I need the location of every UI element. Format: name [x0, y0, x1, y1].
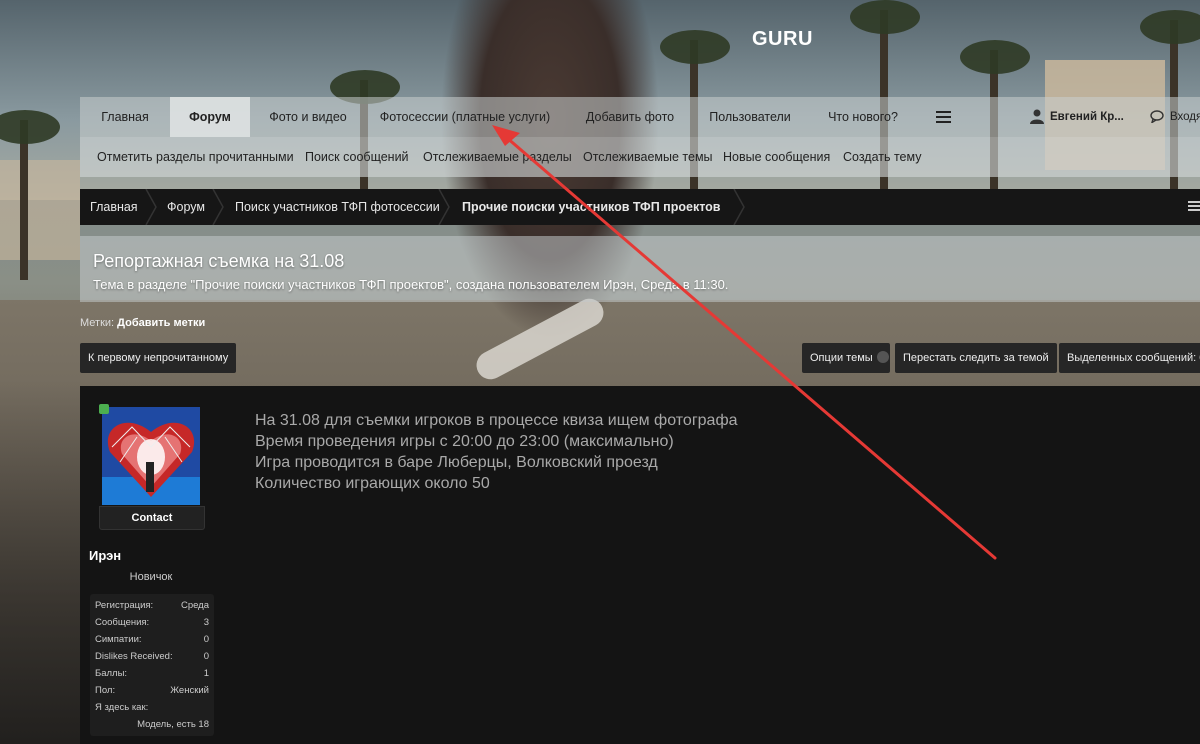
stat-value: 0: [203, 651, 209, 662]
unwatch-thread-button[interactable]: Перестать следить за темой: [895, 343, 1057, 373]
post-message: На 31.08 для съемки игроков в процессе к…: [255, 410, 738, 494]
tab-home[interactable]: Главная: [80, 97, 170, 137]
stat-label: Я здесь как:: [95, 702, 149, 713]
add-tags-link[interactable]: Добавить метки: [117, 317, 205, 329]
thread-title-block: Репортажная съемка на 31.08 Тема в разде…: [80, 236, 1200, 302]
main-navigation: Главная Форум Фото и видео Фотосессии (п…: [80, 97, 1200, 137]
tab-add-photo[interactable]: Добавить фото: [574, 97, 686, 137]
thread-tags: Метки: Добавить метки: [80, 317, 205, 329]
stat-row: Модель, есть 18: [95, 719, 209, 736]
stat-value: 0: [203, 634, 209, 645]
forum-subnavigation: Отметить разделы прочитанными Поиск сооб…: [80, 137, 1200, 177]
thread-meta: Тема в разделе "Прочие поиски участников…: [93, 277, 729, 292]
stat-label: Баллы:: [95, 668, 128, 679]
post: Contact Ирэн Новичок Регистрация: Среда С…: [80, 386, 1200, 744]
stat-row: Пол: Женский: [95, 685, 209, 702]
user-icon: [1030, 109, 1044, 124]
breadcrumb-separator: [212, 189, 224, 225]
tab-photoshoots-paid[interactable]: Фотосессии (платные услуги): [370, 97, 560, 137]
stat-value[interactable]: 3: [204, 617, 209, 628]
avatar[interactable]: [102, 407, 200, 505]
stat-label: Сообщения:: [95, 617, 150, 628]
online-status-icon: [99, 404, 109, 414]
author-stats: Регистрация: Среда Сообщения: 3 Симпатии: 0…: [90, 594, 214, 736]
message-line: Время проведения игры с 20:00 до 23:00 (…: [255, 433, 674, 450]
tags-label: Метки:: [80, 317, 115, 329]
stat-row: Dislikes Received: 0: [95, 651, 209, 668]
breadcrumb-separator: [438, 189, 450, 225]
chevron-down-icon: [876, 351, 889, 364]
stat-label: Пол:: [95, 685, 116, 696]
watched-forums-link[interactable]: Отслеживаемые разделы: [423, 137, 572, 177]
message-line: Игра проводится в баре Люберцы, Волковск…: [255, 454, 658, 471]
stat-value: Женский: [170, 685, 209, 696]
search-posts-link[interactable]: Поиск сообщений: [305, 137, 409, 177]
thread-options-button[interactable]: Опции темы: [802, 343, 890, 373]
stat-row: Сообщения: 3: [95, 617, 209, 634]
breadcrumb-tfp-search[interactable]: Поиск участников ТФП фотосессии: [235, 189, 440, 225]
breadcrumb-home[interactable]: Главная: [90, 189, 138, 225]
selected-posts-button[interactable]: Выделенных сообщений: 0: [1059, 343, 1200, 373]
hamburger-icon[interactable]: [936, 111, 951, 123]
tab-users[interactable]: Пользователи: [700, 97, 800, 137]
post-author-name[interactable]: Ирэн: [89, 548, 121, 563]
thread-options-label: Опции темы: [810, 352, 873, 364]
stat-row: Симпатии: 0: [95, 634, 209, 651]
contact-button[interactable]: Contact: [99, 506, 205, 530]
first-unread-button[interactable]: К первому непрочитанному: [80, 343, 237, 373]
author-rank: Новичок: [129, 571, 173, 583]
author-avatar-card: Contact: [99, 404, 205, 530]
mark-forums-read-link[interactable]: Отметить разделы прочитанными: [97, 137, 294, 177]
stat-value: 1: [203, 668, 209, 679]
stat-label: Симпатии:: [95, 634, 142, 645]
watched-threads-link[interactable]: Отслеживаемые темы: [583, 137, 713, 177]
stat-label: Регистрация:: [95, 600, 154, 611]
stat-value: Среда: [180, 600, 209, 611]
tab-whats-new[interactable]: Что нового?: [815, 97, 911, 137]
site-logo[interactable]: GURU: [752, 28, 813, 51]
stat-row: Я здесь как:: [95, 702, 209, 719]
breadcrumb-current[interactable]: Прочие поиски участников ТФП проектов: [462, 189, 721, 225]
message-line: Количество играющих около 50: [255, 475, 490, 492]
chat-bubble-icon: [1150, 110, 1164, 123]
stat-value: Модель, есть 18: [137, 719, 209, 730]
breadcrumb-separator: [145, 189, 157, 225]
create-thread-link[interactable]: Создать тему: [843, 137, 922, 177]
breadcrumb: Главная Форум Поиск участников ТФП фотос…: [80, 189, 1200, 225]
tab-photo-video[interactable]: Фото и видео: [256, 97, 360, 137]
stat-label: Dislikes Received:: [95, 651, 173, 662]
thread-title: Репортажная съемка на 31.08: [93, 251, 345, 271]
user-account-link[interactable]: Евгений Кр...: [1050, 97, 1124, 137]
message-line: На 31.08 для съемки игроков в процессе к…: [255, 412, 738, 429]
stat-row: Регистрация: Среда: [95, 600, 209, 617]
breadcrumb-separator: [733, 189, 745, 225]
new-posts-link[interactable]: Новые сообщения: [723, 137, 830, 177]
inbox-link[interactable]: Входя: [1170, 97, 1200, 137]
breadcrumb-forum[interactable]: Форум: [167, 189, 205, 225]
stat-row: Баллы: 1: [95, 668, 209, 685]
tab-forum[interactable]: Форум: [170, 97, 250, 137]
jump-menu-icon[interactable]: [1188, 201, 1200, 211]
